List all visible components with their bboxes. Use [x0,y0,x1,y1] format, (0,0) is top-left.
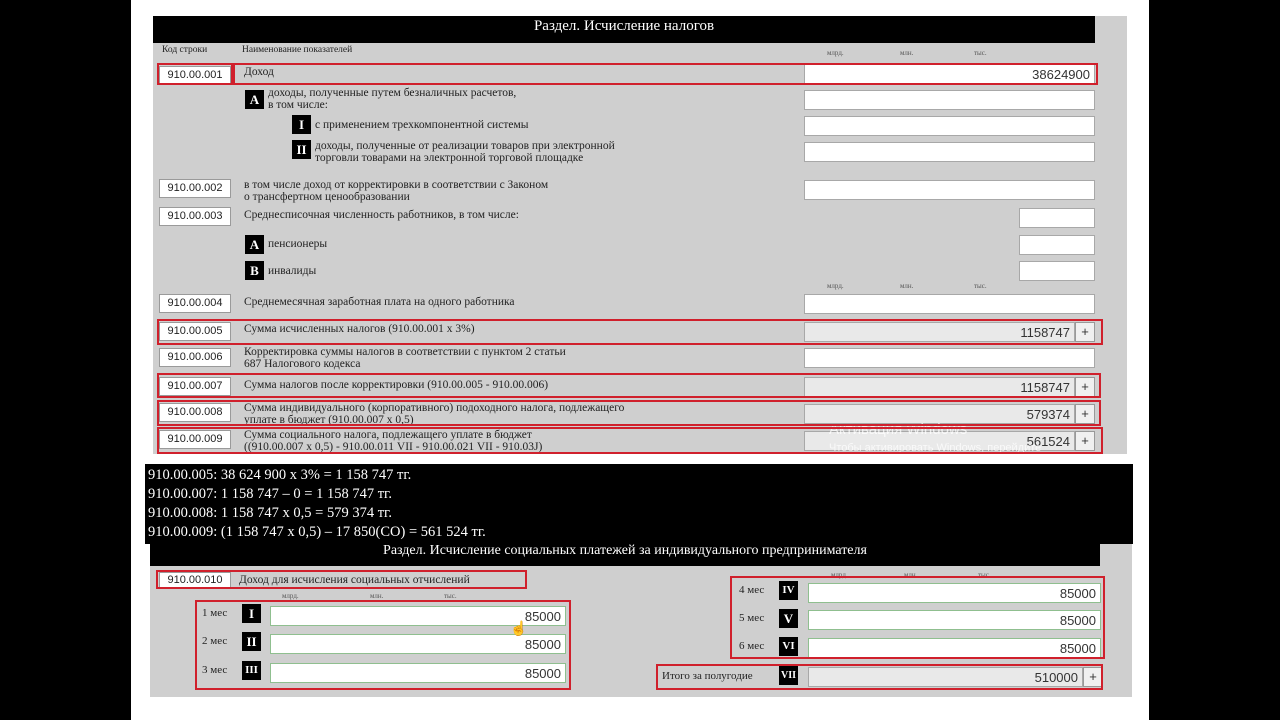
row-label: с применением трехкомпонентной системы [315,119,529,131]
section-title: Раздел. Исчисление социальных платежей з… [150,544,1100,566]
calculation-notes: 910.00.005: 38 624 900 х 3% = 1 158 747 … [145,464,1133,544]
note-line: 910.00.009: (1 158 747 х 0,5) – 17 850(С… [148,524,486,540]
section-title: Раздел. Исчисление налогов [153,16,1095,43]
row-label: Сумма налогов после корректировки (910.0… [244,379,549,391]
unit-label-mln: млн. [904,571,918,579]
half-year-total-field: 510000 [808,667,1083,687]
unit-label-thous: тыс. [974,282,987,290]
expand-plus-button[interactable]: + [1075,322,1095,342]
month-badge: IV [779,581,798,600]
row-label: Корректировка суммы налогов в соответств… [244,346,566,370]
cashless-income-input[interactable] [804,90,1095,110]
month-badge: VI [779,637,798,656]
unit-label-mln: млн. [900,282,914,290]
income-input[interactable]: 38624900 [804,64,1095,84]
column-header-name: Наименование показателей [242,45,353,55]
activation-watermark-title: Активация Windows [829,421,968,438]
row-code: 910.00.001 [159,66,231,85]
row-code: 910.00.010 [159,572,231,589]
e-commerce-income-input[interactable] [804,142,1095,162]
expand-plus-button[interactable]: + [1075,377,1095,397]
transfer-pricing-input[interactable] [804,180,1095,200]
row-badge: B [245,261,264,280]
month-4-input[interactable]: 85000 [808,583,1101,603]
row-label: Среднемесячная заработная плата на одног… [244,296,515,308]
row-code: 910.00.004 [159,294,231,313]
row-code: 910.00.008 [159,403,231,422]
unit-label-bln: млрд. [827,49,844,57]
month-3-input[interactable]: 85000 [270,663,566,683]
unit-label-mln: млн. [900,49,914,57]
row-badge: II [292,140,311,159]
activation-watermark-text: Чтобы активировать Windows, перейдите [829,442,1042,454]
average-salary-input[interactable] [804,294,1095,314]
month-label: 6 мес [739,640,765,652]
row-code: 910.00.005 [159,322,231,341]
tax-after-adjustment-field: 1158747 [804,377,1075,397]
month-label: 1 мес [202,607,228,619]
note-line: 910.00.008: 1 158 747 х 0,5 = 579 374 тг… [148,505,392,521]
note-line: 910.00.005: 38 624 900 х 3% = 1 158 747 … [148,467,412,483]
month-label: 3 мес [202,664,228,676]
row-code: 910.00.009 [159,430,231,449]
row-badge: A [245,90,264,109]
headcount-input[interactable] [1019,208,1095,228]
row-code: 910.00.002 [159,179,231,198]
row-label: Сумма исчисленных налогов (910.00.001 х … [244,323,475,335]
total-label: Итого за полугодие [662,670,753,682]
social-payments-form: Раздел. Исчисление социальных платежей з… [150,544,1132,697]
row-badge: I [292,115,311,134]
tax-calculation-form: Раздел. Исчисление налогов Код строки На… [153,16,1127,454]
month-5-input[interactable]: 85000 [808,610,1101,630]
total-badge: VII [779,666,798,685]
unit-label-thous: тыс. [444,592,457,600]
three-component-input[interactable] [804,116,1095,136]
month-badge: V [779,609,798,628]
month-6-input[interactable]: 85000 [808,638,1101,658]
expand-plus-button[interactable]: + [1083,667,1103,687]
row-label: в том числе доход от корректировки в соо… [244,179,549,203]
disabled-input[interactable] [1019,261,1095,281]
unit-label-bln: млрд. [282,592,299,600]
month-badge: I [242,604,261,623]
row-label: инвалиды [268,265,317,277]
hand-cursor-icon: ☝ [510,622,528,637]
unit-label-thous: тыс. [978,571,991,579]
computed-tax-field: 1158747 [804,322,1075,342]
month-label: 2 мес [202,635,228,647]
row-label: Сумма индивидуального (корпоративного) п… [244,402,625,426]
row-label: Сумма социального налога, подлежащего уп… [244,429,543,453]
month-label: 5 мес [739,612,765,624]
unit-label-mln: млн. [370,592,384,600]
row-label: пенсионеры [268,238,328,250]
row-code: 910.00.003 [159,207,231,226]
row-label-income: Доход [244,66,274,78]
expand-plus-button[interactable]: + [1075,404,1095,424]
pensioners-input[interactable] [1019,235,1095,255]
row-code: 910.00.007 [159,377,231,396]
month-badge: II [242,632,261,651]
unit-label-bln: млрд. [827,282,844,290]
row-label: Среднесписочная численность работников, … [244,209,519,221]
column-header-code: Код строки [162,45,208,55]
month-label: 4 мес [739,584,765,596]
row-label: Доход для исчисления социальных отчислен… [239,574,470,586]
month-badge: III [242,661,261,680]
unit-label-thous: тыс. [974,49,987,57]
tax-adjustment-input[interactable] [804,348,1095,368]
row-label: доходы, полученные от реализации товаров… [315,140,615,164]
row-code: 910.00.006 [159,348,231,367]
row-label: доходы, полученные путем безналичных рас… [268,87,517,111]
unit-label-bln: млрд. [831,571,848,579]
note-line: 910.00.007: 1 158 747 – 0 = 1 158 747 тг… [148,486,392,502]
row-badge: A [245,235,264,254]
